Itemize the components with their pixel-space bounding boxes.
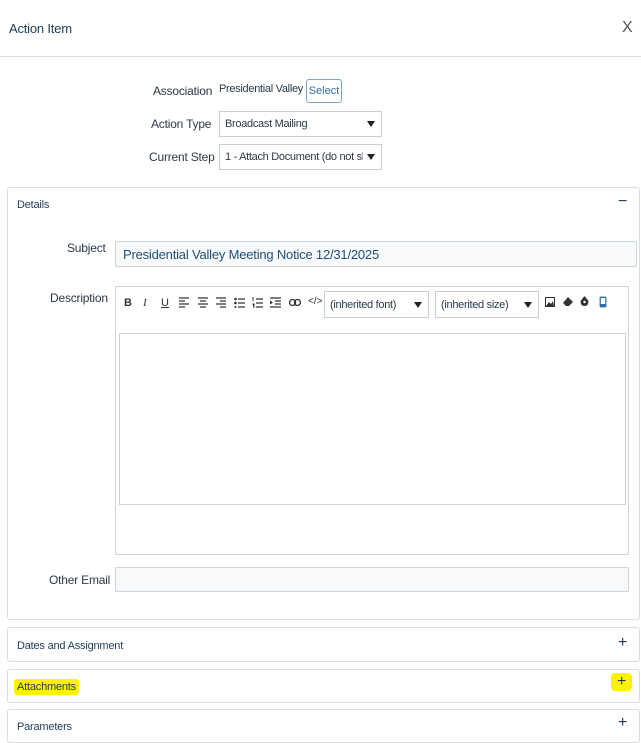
- code-view-button[interactable]: </>: [308, 296, 322, 307]
- parameters-title[interactable]: Parameters: [17, 721, 72, 733]
- subject-label: Subject: [67, 241, 106, 255]
- eraser-icon[interactable]: [563, 297, 573, 307]
- dates-assignment-title[interactable]: Dates and Assignment: [17, 640, 123, 652]
- bullet-list-icon[interactable]: [234, 297, 245, 308]
- select-association-button[interactable]: Select: [306, 79, 342, 103]
- current-step-value: 1 - Attach Document (do not skip t...: [225, 151, 363, 163]
- italic-button[interactable]: I: [143, 297, 147, 309]
- align-center-icon[interactable]: [198, 297, 208, 308]
- other-email-label: Other Email: [49, 573, 111, 587]
- chevron-down-icon: [367, 154, 375, 160]
- image-icon[interactable]: [545, 297, 555, 307]
- paint-bucket-icon[interactable]: [580, 296, 589, 307]
- association-label: Association: [153, 84, 213, 98]
- bold-button[interactable]: B: [124, 297, 132, 309]
- dialog-title: Action Item: [9, 21, 72, 36]
- current-step-dropdown[interactable]: 1 - Attach Document (do not skip t...: [219, 144, 382, 170]
- chevron-down-icon: [367, 121, 375, 127]
- description-textarea[interactable]: [119, 333, 626, 505]
- indent-icon[interactable]: [270, 297, 281, 308]
- expand-icon[interactable]: +: [618, 714, 627, 732]
- action-type-value: Broadcast Mailing: [225, 118, 308, 130]
- link-icon[interactable]: [289, 298, 301, 307]
- font-family-dropdown[interactable]: (inherited font): [324, 291, 429, 318]
- parameters-panel[interactable]: [7, 709, 640, 743]
- underline-button[interactable]: U: [161, 297, 169, 309]
- numbered-list-icon[interactable]: [252, 297, 263, 308]
- header-divider: [0, 56, 641, 57]
- collapse-icon[interactable]: −: [618, 193, 627, 211]
- chevron-down-icon: [414, 301, 422, 308]
- association-value: Presidential Valley: [219, 83, 303, 95]
- align-left-icon[interactable]: [179, 297, 189, 308]
- action-type-label: Action Type: [151, 117, 212, 131]
- details-title[interactable]: Details: [17, 199, 49, 211]
- font-size-value: (inherited size): [441, 298, 509, 311]
- expand-icon[interactable]: +: [611, 673, 633, 691]
- other-email-input[interactable]: [115, 567, 629, 592]
- attachments-title[interactable]: Attachments: [14, 679, 79, 695]
- close-icon[interactable]: X: [622, 19, 633, 37]
- align-right-icon[interactable]: [216, 297, 226, 308]
- description-label: Description: [50, 291, 108, 305]
- subject-input[interactable]: Presidential Valley Meeting Notice 12/31…: [115, 241, 637, 267]
- font-size-dropdown[interactable]: (inherited size): [435, 291, 539, 318]
- font-family-value: (inherited font): [330, 298, 397, 311]
- mobile-icon[interactable]: [599, 296, 607, 308]
- current-step-label: Current Step: [149, 150, 215, 164]
- action-type-dropdown[interactable]: Broadcast Mailing: [219, 111, 382, 137]
- expand-icon[interactable]: +: [618, 634, 627, 652]
- attachments-panel[interactable]: [7, 669, 640, 703]
- chevron-down-icon: [524, 301, 532, 308]
